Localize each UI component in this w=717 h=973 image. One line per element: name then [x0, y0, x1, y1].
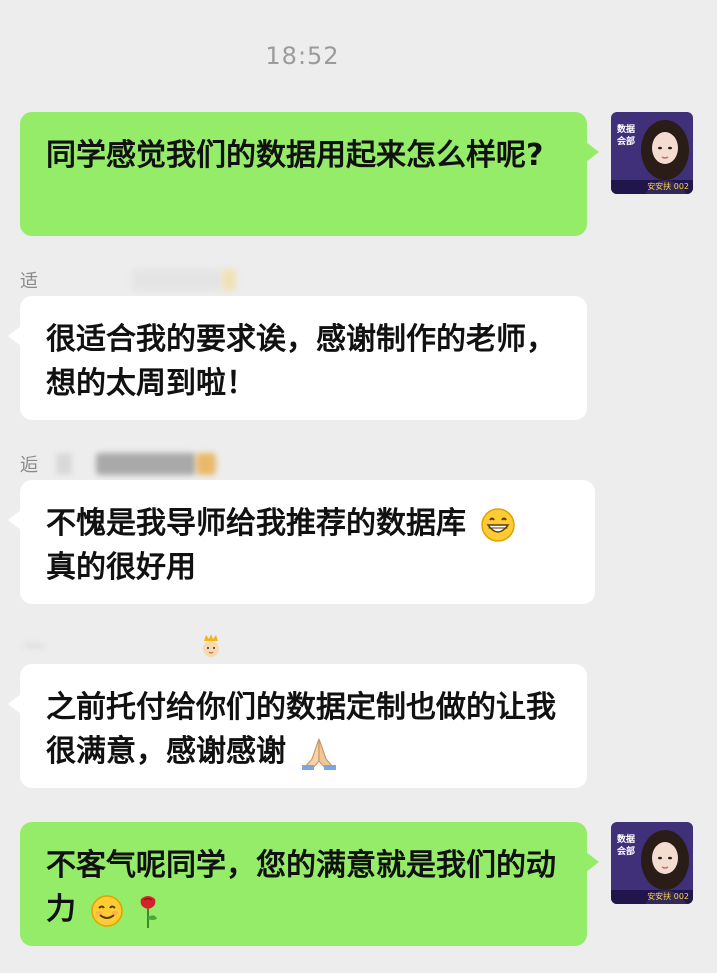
- sender-nick: 逅: [20, 455, 38, 476]
- message-text: 同学感觉我们的数据用起来怎么样呢?: [46, 138, 544, 173]
- outgoing-message-bubble[interactable]: 不客气呢同学，您的满意就是我们的动力: [20, 822, 599, 946]
- my-avatar[interactable]: 数据会部 安安扶 002: [611, 822, 693, 904]
- sender-name: [20, 634, 222, 658]
- folded-hands-icon: [302, 738, 337, 770]
- avatar-tag: 数据会部: [617, 835, 636, 857]
- outgoing-message-bubble[interactable]: 同学感觉我们的数据用起来怎么样呢?: [20, 112, 599, 236]
- rose-icon: [140, 895, 157, 928]
- avatar-strip: 安安扶 002: [611, 890, 693, 904]
- chat-screen: 18:52 同学感觉我们的数据用起来怎么样呢? 数据会部 安安扶 002 适 很…: [0, 0, 717, 973]
- message-timestamp: 18:52: [265, 42, 340, 70]
- smiling-face-icon: [91, 894, 124, 927]
- avatar-strip: 安安扶 002: [611, 180, 693, 194]
- blurred-badge: [222, 269, 236, 291]
- incoming-message-bubble[interactable]: 不愧是我导师给我推荐的数据库 真的很好用: [8, 480, 595, 604]
- sender-name: 适: [20, 268, 236, 292]
- message-text: 很适合我的要求诶，感谢制作的老师，想的太周到啦！: [46, 322, 556, 401]
- blurred-name: [96, 453, 196, 475]
- sender-name: 逅: [20, 452, 216, 476]
- message-text-line2: 真的很好用: [46, 550, 196, 585]
- message-text: 不愧是我导师给我推荐的数据库: [46, 506, 466, 541]
- incoming-message-bubble[interactable]: 很适合我的要求诶，感谢制作的老师，想的太周到啦！: [8, 296, 587, 420]
- blurred-badge: [196, 453, 216, 475]
- incoming-message-bubble[interactable]: 之前托付给你们的数据定制也做的让我很满意，感谢感谢: [8, 664, 587, 788]
- avatar-tag: 数据会部: [617, 125, 636, 147]
- grinning-face-icon: [481, 507, 516, 542]
- sender-nick: 适: [20, 271, 38, 292]
- blurred-name: [132, 269, 222, 291]
- my-avatar[interactable]: 数据会部 安安扶 002: [611, 112, 693, 194]
- crown-face-icon: [203, 634, 219, 657]
- blurred-name: [24, 644, 44, 648]
- blurred-name: [56, 453, 72, 475]
